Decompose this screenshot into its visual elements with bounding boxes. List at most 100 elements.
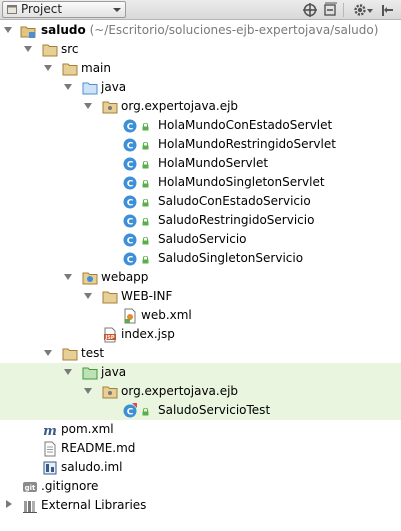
- tree-label: SaludoConEstadoServicio: [158, 194, 311, 208]
- web-folder-icon: [82, 272, 98, 285]
- tree-node-package-main[interactable]: org.expertojava.ejb: [0, 97, 401, 116]
- collapse-all-icon[interactable]: [322, 2, 338, 18]
- tree-node-main[interactable]: main: [0, 59, 401, 78]
- tree-label: HolaMundoServlet: [158, 156, 269, 170]
- expand-arrow-icon[interactable]: [24, 46, 32, 52]
- class-icon: C: [123, 233, 137, 247]
- lock-icon: [142, 161, 149, 169]
- tree-node-class[interactable]: C HolaMundoConEstadoServlet: [0, 116, 401, 135]
- class-icon: C: [123, 157, 137, 171]
- tree-label: SaludoSingletonServicio: [158, 251, 304, 265]
- maven-icon: m: [43, 424, 57, 438]
- tree-node-indexjsp[interactable]: JSP index.jsp: [0, 325, 401, 344]
- class-icon: C: [123, 252, 137, 266]
- tree-node-java-test[interactable]: java: [0, 363, 401, 382]
- collapse-arrow-icon[interactable]: [6, 500, 12, 508]
- tree-node-webinf[interactable]: WEB-INF: [0, 287, 401, 306]
- tree-node-class[interactable]: C SaludoConEstadoServicio: [0, 192, 401, 211]
- folder-icon: [42, 44, 58, 57]
- gear-dropdown-arrow-icon[interactable]: [366, 2, 374, 18]
- tree-node-package-test[interactable]: org.expertojava.ejb: [0, 382, 401, 401]
- tree-node-class[interactable]: C SaludoServicio: [0, 230, 401, 249]
- toolbar-separator: [343, 3, 344, 17]
- svg-text:C: C: [127, 199, 134, 209]
- iml-file-icon: [43, 461, 57, 475]
- tree-node-java-main[interactable]: java: [0, 78, 401, 97]
- svg-text:JSP: JSP: [104, 335, 114, 341]
- project-toolbar: Project: [0, 0, 401, 20]
- tree-node-webapp[interactable]: webapp: [0, 268, 401, 287]
- tree-node-readme[interactable]: README.md: [0, 439, 401, 458]
- class-icon: C: [123, 214, 137, 228]
- tree-label: saludo.iml: [61, 460, 123, 474]
- tree-label: External Libraries: [41, 498, 147, 512]
- tree-node-saludo[interactable]: saludo (~/Escritorio/soluciones-ejb-expe…: [0, 21, 401, 40]
- class-icon: C: [123, 138, 137, 152]
- tree-label: java: [101, 365, 127, 379]
- tree-node-class[interactable]: C SaludoSingletonServicio: [0, 249, 401, 268]
- svg-text:git: git: [25, 484, 36, 492]
- view-selector-label: Project: [21, 2, 63, 16]
- tree-node-iml[interactable]: saludo.iml: [0, 458, 401, 477]
- tree-node-webxml[interactable]: web.xml: [0, 306, 401, 325]
- expand-arrow-icon[interactable]: [64, 84, 72, 90]
- root-project-name: saludo: [41, 23, 86, 37]
- tree-label: WEB-INF: [121, 289, 173, 303]
- lock-icon: [142, 408, 149, 416]
- scroll-from-source-icon[interactable]: [302, 2, 318, 18]
- tree-label: pom.xml: [61, 422, 114, 436]
- expand-arrow-icon[interactable]: [84, 103, 92, 109]
- lock-icon: [142, 256, 149, 264]
- tree-node-class[interactable]: C HolaMundoSingletonServlet: [0, 173, 401, 192]
- tree-label: README.md: [61, 441, 136, 455]
- lock-icon: [142, 218, 149, 226]
- folder-icon: [102, 291, 118, 304]
- tree-label: index.jsp: [121, 327, 175, 341]
- lock-icon: [142, 123, 149, 131]
- lock-icon: [142, 199, 149, 207]
- tree-label: HolaMundoConEstadoServlet: [158, 118, 333, 132]
- tree-label: SaludoServicio: [158, 232, 247, 246]
- git-icon: git: [23, 482, 37, 492]
- tree-label: .gitignore: [41, 479, 99, 493]
- svg-text:C: C: [127, 161, 134, 171]
- tree-label: src: [61, 42, 79, 56]
- lock-icon: [142, 142, 149, 150]
- tree-label: HolaMundoRestringidoServlet: [158, 137, 336, 151]
- svg-text:C: C: [127, 408, 134, 418]
- module-folder-icon: [20, 26, 36, 38]
- tree-node-src[interactable]: src: [0, 40, 401, 59]
- expand-arrow-icon[interactable]: [44, 350, 52, 356]
- tree-node-gitignore[interactable]: git .gitignore: [0, 477, 401, 496]
- folder-icon: [62, 63, 78, 76]
- package-icon: [102, 386, 118, 399]
- expand-arrow-icon[interactable]: [84, 293, 92, 299]
- svg-text:m: m: [43, 424, 57, 438]
- tree-label: java: [101, 80, 127, 94]
- tree-node-pom[interactable]: m pom.xml: [0, 420, 401, 439]
- tree-node-class[interactable]: C HolaMundoServlet: [0, 154, 401, 173]
- tree-node-test-class[interactable]: C SaludoServicioTest: [0, 401, 401, 420]
- view-selector-dropdown[interactable]: Project: [2, 1, 126, 18]
- chevron-down-icon: [113, 8, 121, 12]
- expand-arrow-icon[interactable]: [64, 274, 72, 280]
- expand-arrow-icon[interactable]: [44, 65, 52, 71]
- tree-node-test[interactable]: test: [0, 344, 401, 363]
- expand-arrow-icon[interactable]: [64, 369, 72, 375]
- tree-label: main: [81, 61, 111, 75]
- tree-node-external-libraries[interactable]: External Libraries: [0, 496, 401, 515]
- tree-node-class[interactable]: C HolaMundoRestringidoServlet: [0, 135, 401, 154]
- test-class-icon: C: [123, 403, 137, 418]
- xml-file-icon: [124, 308, 136, 324]
- tree-node-class[interactable]: C SaludoRestringidoServicio: [0, 211, 401, 230]
- text-file-icon: [44, 441, 56, 457]
- package-icon: [102, 101, 118, 114]
- expand-arrow-icon[interactable]: [84, 388, 92, 394]
- tree-label: test: [81, 346, 105, 360]
- lock-icon: [142, 237, 149, 245]
- jsp-file-icon: JSP: [104, 327, 116, 343]
- svg-text:C: C: [127, 237, 134, 247]
- tree-label: SaludoServicioTest: [158, 403, 271, 417]
- expand-arrow-icon[interactable]: [4, 27, 12, 33]
- hide-icon[interactable]: [380, 2, 396, 18]
